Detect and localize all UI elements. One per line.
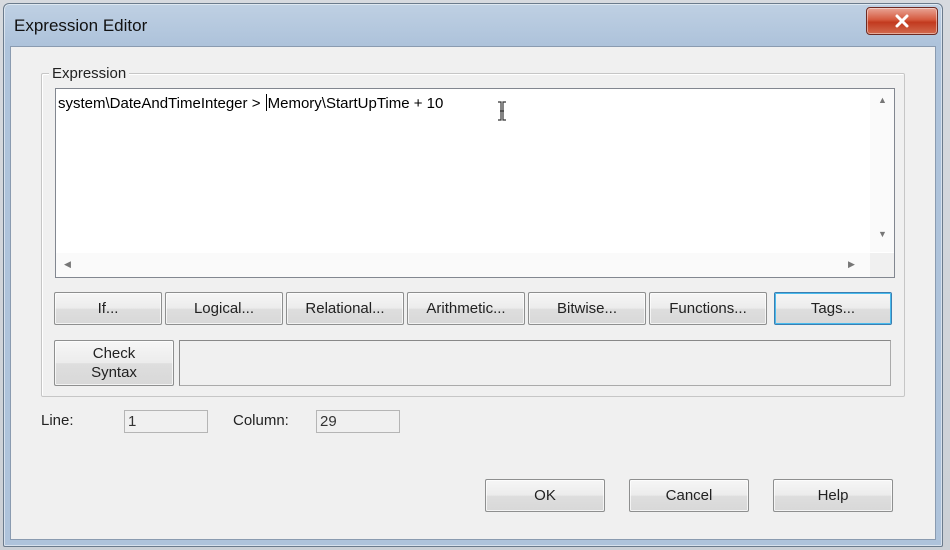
syntax-result-field <box>179 340 891 386</box>
bitwise-button[interactable]: Bitwise... <box>528 292 646 325</box>
ibeam-cursor-icon <box>498 101 506 121</box>
ok-button[interactable]: OK <box>485 479 605 512</box>
cancel-button[interactable]: Cancel <box>629 479 749 512</box>
close-button[interactable] <box>866 7 938 35</box>
check-syntax-label-line2: Syntax <box>91 364 137 381</box>
window-title: Expression Editor <box>14 16 148 35</box>
close-icon <box>895 14 909 28</box>
line-value-field: 1 <box>124 410 208 433</box>
relational-button[interactable]: Relational... <box>286 292 404 325</box>
line-label: Line: <box>41 412 74 429</box>
title-bar[interactable]: Expression Editor <box>4 4 942 48</box>
expression-text-before-caret: system\DateAndTimeInteger > <box>58 95 265 112</box>
help-button[interactable]: Help <box>773 479 893 512</box>
expression-group-label: Expression <box>49 65 130 82</box>
scroll-up-arrow-icon[interactable]: ▲ <box>878 95 887 105</box>
logical-button[interactable]: Logical... <box>165 292 283 325</box>
arithmetic-button[interactable]: Arithmetic... <box>407 292 525 325</box>
expression-groupbox: Expression system\DateAndTimeInteger > M… <box>41 65 905 397</box>
scroll-left-arrow-icon[interactable]: ◀ <box>64 259 71 270</box>
column-label: Column: <box>233 412 289 429</box>
column-value-field: 29 <box>316 410 400 433</box>
horizontal-scrollbar[interactable]: ◀ ▶ <box>56 253 870 277</box>
if-button[interactable]: If... <box>54 292 162 325</box>
expression-text[interactable]: system\DateAndTimeInteger > Memory\Start… <box>58 94 443 112</box>
text-caret <box>265 94 267 111</box>
expression-text-area[interactable]: system\DateAndTimeInteger > Memory\Start… <box>55 88 895 278</box>
tags-button[interactable]: Tags... <box>774 292 892 325</box>
check-syntax-label-line1: Check <box>92 345 136 362</box>
scrollbar-corner <box>870 253 894 277</box>
dialog-client-area: Expression system\DateAndTimeInteger > M… <box>10 46 936 540</box>
check-syntax-button[interactable]: Check Syntax <box>54 340 174 386</box>
expression-text-after-caret: Memory\StartUpTime + 10 <box>267 95 444 112</box>
vertical-scrollbar[interactable]: ▲ ▼ <box>870 89 894 252</box>
scroll-right-arrow-icon[interactable]: ▶ <box>848 259 855 270</box>
expression-editor-dialog: Expression Editor Expression system\Date… <box>3 3 943 547</box>
scroll-down-arrow-icon[interactable]: ▼ <box>878 229 887 239</box>
functions-button[interactable]: Functions... <box>649 292 767 325</box>
